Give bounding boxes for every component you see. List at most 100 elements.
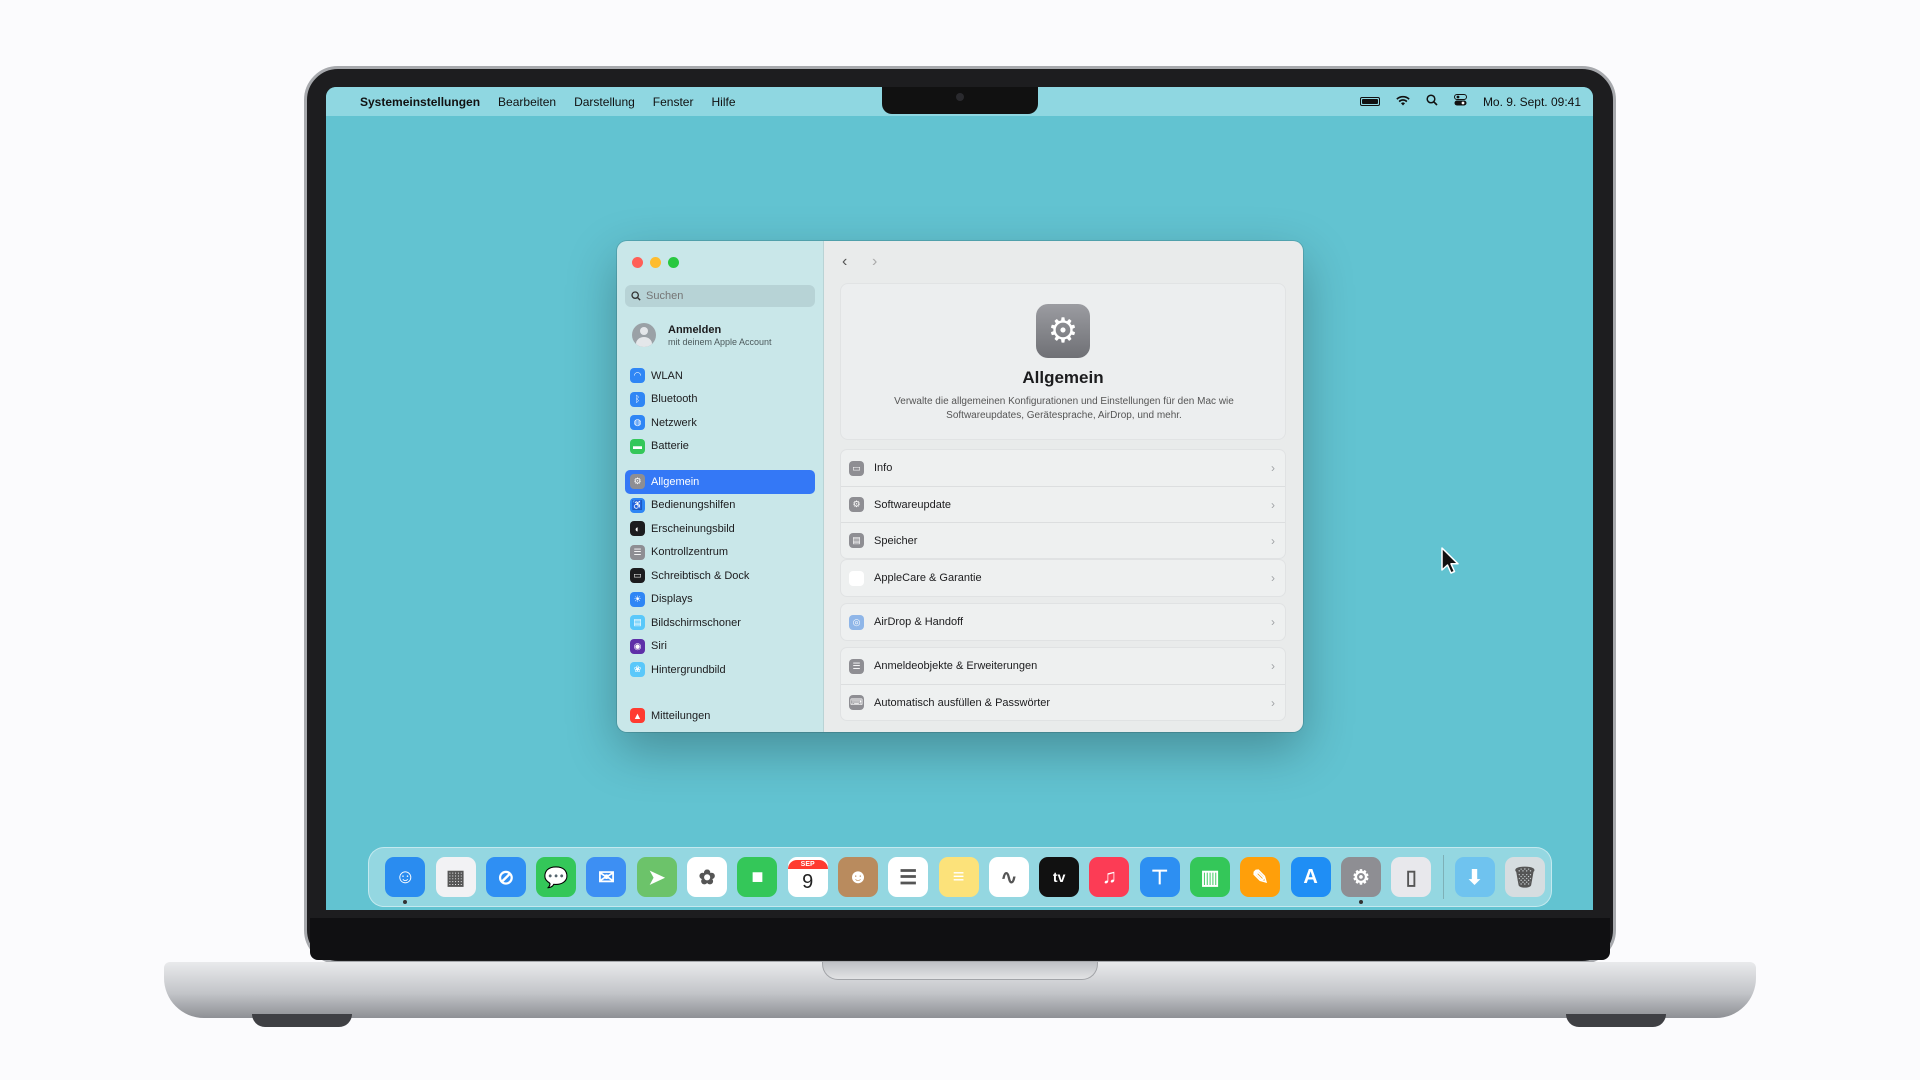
wifi-icon[interactable] [1396, 95, 1410, 109]
dock-facetime-icon[interactable]: ■ [737, 857, 778, 897]
sidebar-item-bildschirmschoner[interactable]: ▤ Bildschirmschoner [625, 611, 815, 635]
sidebar-item-allgemein[interactable]: ⚙ Allgemein [625, 470, 815, 494]
menu-hilfe[interactable]: Hilfe [711, 95, 735, 109]
settings-row-softwareupdate[interactable]: ⚙ Softwareupdate › [841, 486, 1285, 522]
sidebar-item-label: Allgemein [651, 475, 700, 488]
dock-launchpad-icon[interactable]: ▦ [435, 857, 476, 897]
sidebar-item-label: Displays [651, 593, 693, 606]
screensaver-icon: ▤ [630, 615, 645, 631]
dock-music-icon[interactable]: ♫ [1089, 857, 1130, 897]
menubar-status-area: Mo. 9. Sept. 09:41 [1359, 87, 1581, 116]
settings-row-anmeldeobjekte-erweiterungen[interactable]: ☰ Anmeldeobjekte & Erweiterungen › [841, 648, 1285, 684]
dock-photos-icon[interactable]: ✿ [687, 857, 728, 897]
dock-iphone-mirroring-icon[interactable]: ▯ [1391, 857, 1432, 897]
dock-safari-icon[interactable]: ⊘ [485, 857, 526, 897]
account-subtitle: mit deinem Apple Account [668, 336, 772, 347]
dock-maps-icon[interactable]: ➤ [636, 857, 677, 897]
avatar [632, 323, 656, 347]
settings-row-airdrop-handoff[interactable]: ◎ AirDrop & Handoff › [841, 604, 1285, 640]
update-gear-icon: ⚙ [849, 497, 864, 512]
sidebar: Anmelden mit deinem Apple Account ◠ WLAN ᛒ… [617, 241, 824, 732]
back-arrow-icon[interactable]: ‹ [842, 253, 847, 271]
dock-notes-icon[interactable]: ≡ [938, 857, 979, 897]
sun-icon: ☀ [630, 591, 645, 607]
settings-window: Anmelden mit deinem Apple Account ◠ WLAN ᛒ… [617, 241, 1303, 732]
screen: Systemeinstellungen Bearbeiten Darstellu… [326, 87, 1593, 910]
zoom-window-button[interactable] [668, 257, 679, 268]
settings-row-label: AirDrop & Handoff [874, 616, 964, 628]
spotlight-search-icon[interactable] [1426, 94, 1438, 109]
apple-account-signin[interactable]: Anmelden mit deinem Apple Account [632, 323, 772, 347]
dock: ☺ ▦ ⊘ 💬 ✉ ➤ ✿ ■ SEP 9 ☻ ☰ ≡ ∿ tv ♫ ⊤ ▥ ✎ A ⚙ ▯ ⬇ 🗑 [368, 847, 1552, 907]
search-input[interactable] [646, 290, 806, 302]
sidebar-item-netzwerk[interactable]: ◍ Netzwerk [625, 411, 815, 435]
menu-fenster[interactable]: Fenster [653, 95, 694, 109]
battery-icon[interactable] [1359, 97, 1380, 106]
sidebar-item-label: Hintergrundbild [651, 663, 726, 676]
dock-trash-icon[interactable]: 🗑 [1504, 857, 1545, 897]
search-field[interactable] [625, 285, 815, 307]
control-center-icon[interactable] [1453, 94, 1467, 109]
dock-numbers-icon[interactable]: ▥ [1190, 857, 1231, 897]
keyboard-icon: ⌨ [849, 695, 864, 710]
settings-row-automatisch-ausfuellen-passwoerter[interactable]: ⌨ Automatisch ausfüllen & Passwörter › [841, 684, 1285, 720]
sidebar-item-label: Schreibtisch & Dock [651, 569, 750, 582]
flower-icon: ❀ [630, 662, 645, 678]
sidebar-item-wlan[interactable]: ◠ WLAN [625, 364, 815, 388]
laptop-foot-left [252, 1014, 352, 1027]
sidebar-item-kontrollzentrum[interactable]: ☰ Kontrollzentrum [625, 541, 815, 565]
sidebar-item-schreibtisch-dock[interactable]: ▭ Schreibtisch & Dock [625, 564, 815, 588]
sidebar-item-bedienungshilfen[interactable]: ♿ Bedienungshilfen [625, 494, 815, 518]
dock-finder-icon[interactable]: ☺ [385, 857, 426, 904]
mouse-pointer-icon [1441, 547, 1459, 574]
dock-pages-icon[interactable]: ✎ [1240, 857, 1281, 897]
dock-keynote-icon[interactable]: ⊤ [1139, 857, 1180, 897]
sidebar-item-label: Mitteilungen [651, 709, 711, 722]
page-description: Verwalte die allgemeinen Konfigurationen… [894, 396, 1234, 421]
dock-apple-tv-icon[interactable]: tv [1039, 857, 1080, 897]
sidebar-item-label: Batterie [651, 440, 689, 453]
chevron-right-icon: › [1271, 615, 1275, 629]
sidebar-item-bluetooth[interactable]: ᛒ Bluetooth [625, 388, 815, 412]
chevron-right-icon: › [1271, 695, 1275, 710]
menu-app-name[interactable]: Systemeinstellungen [360, 95, 480, 109]
sidebar-item-label: Netzwerk [651, 416, 697, 429]
settings-row-applecare-garantie[interactable]: AppleCare & Garantie › [841, 560, 1285, 596]
dock-freeform-icon[interactable]: ∿ [988, 857, 1029, 897]
sidebar-item-siri[interactable]: ◉ Siri [625, 635, 815, 659]
dock-messages-icon[interactable]: 💬 [536, 857, 577, 897]
sidebar-item-hintergrundbild[interactable]: ❀ Hintergrundbild [625, 658, 815, 682]
siri-icon: ◉ [630, 638, 645, 654]
wifi-icon: ◠ [630, 368, 645, 384]
settings-row-label: Speicher [874, 534, 918, 547]
forward-arrow-icon[interactable]: › [872, 253, 877, 271]
settings-row-speicher[interactable]: ▤ Speicher › [841, 522, 1285, 558]
dock-reminders-icon[interactable]: ☰ [888, 857, 929, 897]
menu-bearbeiten[interactable]: Bearbeiten [498, 95, 556, 109]
dock-mail-icon[interactable]: ✉ [586, 857, 627, 897]
dock-app-store-icon[interactable]: A [1290, 857, 1331, 897]
sidebar-item-ton[interactable]: ◀Ton [625, 728, 815, 732]
close-window-button[interactable] [632, 257, 643, 268]
sidebar-item-displays[interactable]: ☀ Displays [625, 588, 815, 612]
bell-icon: ▲ [630, 708, 645, 724]
sidebar-item-mitteilungen[interactable]: ▲ Mitteilungen [625, 704, 815, 728]
appearance-icon: ◐ [630, 521, 645, 537]
minimize-window-button[interactable] [650, 257, 661, 268]
dock-calendar-icon[interactable]: SEP 9 [787, 857, 828, 897]
settings-row-info[interactable]: ▭ Info › [841, 450, 1285, 486]
dock-separator [1443, 855, 1445, 899]
settings-card-applecare: AppleCare & Garantie › [840, 559, 1286, 597]
dock-contacts-icon[interactable]: ☻ [837, 857, 878, 897]
sidebar-item-batterie[interactable]: ▬ Batterie [625, 435, 815, 459]
camera-notch [882, 87, 1038, 114]
general-header-card: ⚙ Allgemein Verwalte die allgemeinen Kon… [840, 283, 1286, 440]
sidebar-item-erscheinungsbild[interactable]: ◐ Erscheinungsbild [625, 517, 815, 541]
dock-downloads-folder-icon[interactable]: ⬇ [1454, 857, 1495, 897]
menubar-clock[interactable]: Mo. 9. Sept. 09:41 [1483, 95, 1581, 109]
camera-icon [956, 93, 964, 101]
menu-darstellung[interactable]: Darstellung [574, 95, 635, 109]
dock-system-settings-icon[interactable]: ⚙ [1340, 857, 1381, 904]
settings-row-label: Automatisch ausfüllen & Passwörter [874, 696, 1051, 709]
laptop-icon: ▭ [849, 460, 864, 476]
